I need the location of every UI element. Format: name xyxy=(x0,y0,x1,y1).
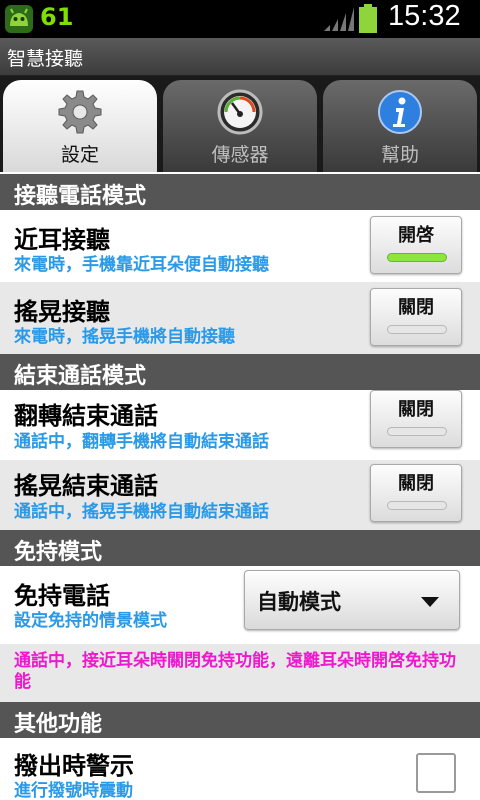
setting-subtitle: 進行撥號時震動 xyxy=(14,781,133,800)
setting-subtitle: 來電時，手機靠近耳朵便自動接聽 xyxy=(14,255,269,275)
handsfree-mode-dropdown[interactable]: 自動模式 xyxy=(244,570,460,630)
note-text: 通話中，接近耳朵時關閉免持功能，遠離耳朵時開啓免持功能 xyxy=(14,651,456,692)
toggle-label: 關閉 xyxy=(398,473,434,494)
section-answer-mode: 接聽電話模式 xyxy=(0,174,480,210)
info-icon xyxy=(378,90,422,134)
app-title-bar: 智慧接聽 xyxy=(0,38,480,76)
setting-shake-answer: 搖晃接聽 來電時，搖晃手機將自動接聽 關閉 xyxy=(0,282,480,354)
toggle-indicator xyxy=(387,325,447,334)
gauge-icon xyxy=(217,89,263,135)
tab-settings-label: 設定 xyxy=(60,144,99,166)
notification-count: 61 xyxy=(40,3,74,31)
toggle-label: 關閉 xyxy=(398,297,434,318)
section-handsfree-mode: 免持模式 xyxy=(0,530,480,566)
battery-icon xyxy=(359,4,377,33)
tab-help-label: 幫助 xyxy=(380,144,419,166)
chevron-down-icon xyxy=(421,597,439,607)
setting-near-ear: 近耳接聽 來電時，手機靠近耳朵便自動接聽 開啓 xyxy=(0,210,480,282)
toggle-indicator xyxy=(387,427,447,436)
section-end-mode: 結束通話模式 xyxy=(0,354,480,390)
setting-subtitle: 設定免持的情景模式 xyxy=(14,611,167,631)
section-title: 免持模式 xyxy=(14,540,103,565)
gear-icon xyxy=(58,90,102,134)
toggle-label: 關閉 xyxy=(398,399,434,420)
tab-bar: 設定 傳感器 幫助 xyxy=(0,76,480,248)
tab-sensor-label: 傳感器 xyxy=(211,144,269,166)
near-ear-toggle[interactable]: 開啓 xyxy=(370,216,462,274)
toggle-label: 開啓 xyxy=(398,225,434,246)
tab-sensor[interactable]: 傳感器 xyxy=(163,80,317,172)
shake-end-toggle[interactable]: 關閉 xyxy=(370,464,462,522)
tab-settings[interactable]: 設定 xyxy=(3,80,157,172)
section-title: 接聽電話模式 xyxy=(14,184,147,209)
setting-dial-alert: 撥出時警示 進行撥號時震動 xyxy=(0,738,480,800)
toggle-indicator xyxy=(387,501,447,510)
toggle-indicator xyxy=(387,253,447,262)
setting-subtitle: 通話中，搖晃手機將自動結束通話 xyxy=(14,502,269,522)
handsfree-note: 通話中，接近耳朵時關閉免持功能，遠離耳朵時開啓免持功能 xyxy=(0,644,480,702)
setting-subtitle: 通話中，翻轉手機將自動結束通話 xyxy=(14,432,269,452)
app-title: 智慧接聽 xyxy=(7,48,84,70)
dial-alert-checkbox[interactable] xyxy=(416,753,456,793)
section-title: 其他功能 xyxy=(14,712,103,737)
setting-title: 搖晃結束通話 xyxy=(14,472,158,500)
clock: 15:32 xyxy=(388,0,461,32)
flip-end-toggle[interactable]: 關閉 xyxy=(370,390,462,448)
setting-shake-end: 搖晃結束通話 通話中，搖晃手機將自動結束通話 關閉 xyxy=(0,460,480,530)
setting-title: 翻轉結束通話 xyxy=(14,402,158,430)
section-title: 結束通話模式 xyxy=(14,364,147,389)
status-bar: 61 15:32 xyxy=(0,0,480,38)
setting-subtitle: 來電時，搖晃手機將自動接聽 xyxy=(14,327,235,347)
section-other: 其他功能 xyxy=(0,702,480,738)
setting-flip-end: 翻轉結束通話 通話中，翻轉手機將自動結束通話 關閉 xyxy=(0,390,480,460)
setting-handsfree: 免持電話 設定免持的情景模式 自動模式 xyxy=(0,566,480,644)
android-robot-icon xyxy=(5,5,33,33)
signal-icon xyxy=(324,7,354,31)
shake-answer-toggle[interactable]: 關閉 xyxy=(370,288,462,346)
tab-help[interactable]: 幫助 xyxy=(323,80,477,172)
dropdown-selected-value: 自動模式 xyxy=(257,590,341,614)
